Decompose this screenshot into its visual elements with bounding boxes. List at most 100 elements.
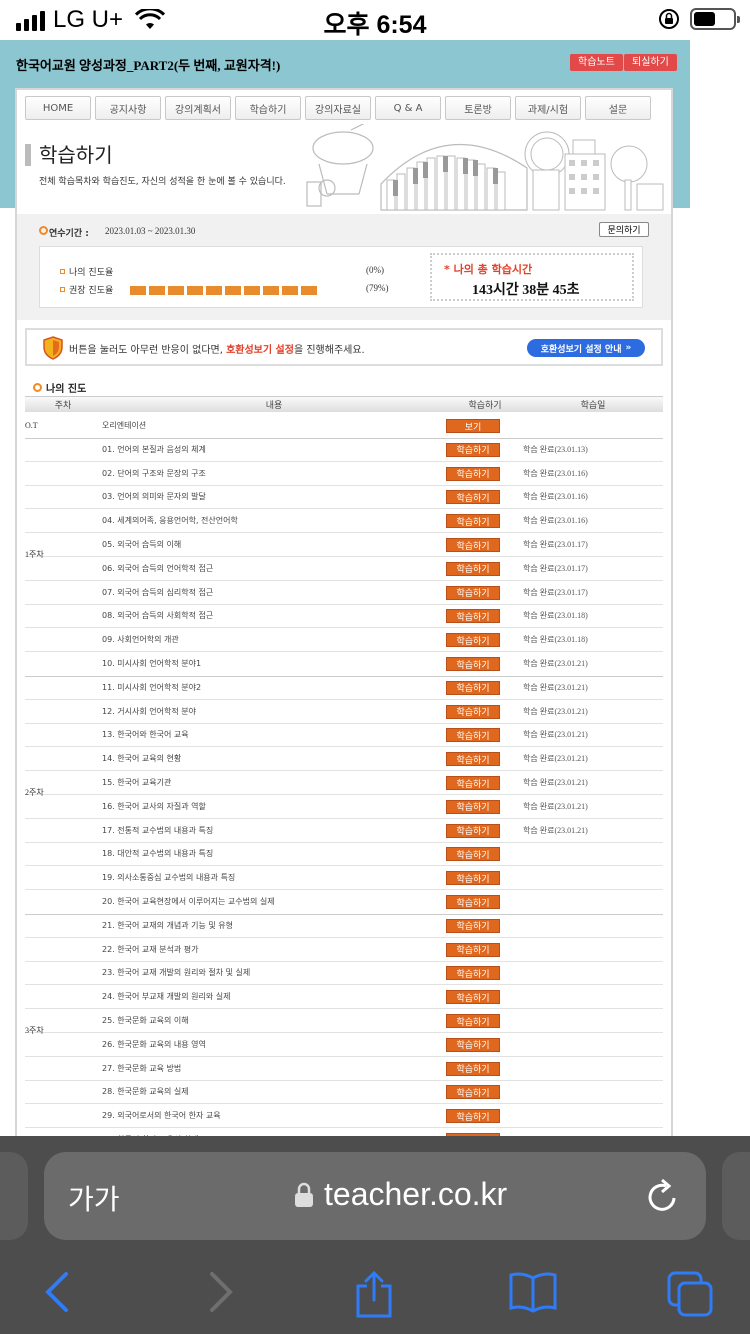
lesson-title: 15. 한국어 교육기관 [102, 778, 172, 787]
study-button[interactable]: 학습하기 [446, 728, 500, 743]
study-button[interactable]: 학습하기 [446, 538, 500, 552]
nav-qna[interactable]: Q & A [375, 96, 441, 120]
status-bar: LG U+ 오후 6:54 [0, 0, 750, 40]
completion-date: 학습 완료(23.01.16) [523, 492, 588, 502]
study-button[interactable]: 학습하기 [446, 799, 500, 814]
study-button[interactable]: 학습하기 [446, 942, 500, 957]
exit-button[interactable]: 퇴실하기 [624, 54, 677, 71]
compatibility-guide-button[interactable]: 호환성보기 설정 안내 » [527, 339, 645, 357]
study-note-button[interactable]: 학습노트 [570, 54, 623, 71]
completion-date: 학습 완료(23.01.17) [523, 563, 588, 573]
total-study-time-box: * 나의 총 학습시간 143시간 38분 45초 [430, 253, 634, 301]
study-button[interactable]: 학습하기 [446, 466, 500, 481]
view-button[interactable]: 보기 [446, 419, 500, 433]
progress-info-panel: 연수기간 : 2023.01.03 ~ 2023.01.30 문의하기 나의 진… [17, 214, 671, 320]
my-progress-heading: 나의 진도 [33, 380, 86, 395]
lesson-title: 오리엔테이션 [102, 421, 147, 430]
study-button[interactable]: 학습하기 [446, 990, 500, 1005]
study-button[interactable]: 학습하기 [446, 490, 500, 505]
study-button[interactable]: 학습하기 [446, 776, 500, 790]
nav-discussion[interactable]: 토론방 [445, 96, 511, 120]
study-button[interactable]: 학습하기 [446, 609, 500, 624]
table-row: 18. 대안적 교수법의 내용과 특징 학습하기 [25, 842, 663, 867]
table-row: 27. 한국문화 교육 방법 학습하기 [25, 1057, 663, 1081]
study-button[interactable]: 학습하기 [446, 680, 500, 695]
study-button[interactable]: 학습하기 [446, 1061, 500, 1076]
progress-block [206, 286, 222, 295]
square-bullet-icon [60, 269, 65, 274]
study-button[interactable]: 학습하기 [446, 633, 500, 648]
nav-materials[interactable]: 강의자료실 [305, 96, 371, 120]
table-row: 06. 외국어 습득의 언어학적 접근 학습하기 학습 완료(23.01.17) [25, 557, 663, 581]
top-nav: HOME 공지사항 강의계획서 학습하기 강의자료실 Q & A 토론방 과제/… [25, 96, 651, 120]
completion-date: 학습 완료(23.01.21) [523, 825, 588, 835]
study-button[interactable]: 학습하기 [446, 895, 500, 909]
forward-icon[interactable] [206, 1270, 236, 1314]
lesson-title: 13. 한국어와 한국어 교육 [102, 730, 189, 740]
web-page: 한국어교원 양성과정_PART2(두 번째, 교원자격!) 학습노트 퇴실하기 … [0, 40, 690, 1140]
study-button[interactable]: 학습하기 [446, 1085, 500, 1100]
completion-date: 학습 완료(23.01.21) [523, 801, 588, 811]
lesson-title: 26. 한국문화 교육의 내용 영역 [102, 1039, 206, 1049]
lesson-title: 16. 한국어 교사의 자질과 역할 [102, 801, 206, 811]
study-button[interactable]: 학습하기 [446, 704, 500, 719]
nav-survey[interactable]: 설문 [585, 96, 651, 120]
table-row: 24. 한국어 부교재 개발의 원리와 실제 학습하기 [25, 985, 663, 1010]
column-content: 내용 [265, 401, 283, 411]
study-button[interactable]: 학습하기 [446, 823, 500, 838]
battery-icon [690, 8, 740, 30]
lesson-title: 09. 사회언어학의 개관 [102, 635, 179, 645]
table-row: 07. 외국어 습득의 심리학적 접근 학습하기 학습 완료(23.01.17) [25, 581, 663, 605]
lesson-title: 21. 한국어 교재의 개념과 기능 및 유형 [102, 920, 234, 930]
tabs-icon[interactable] [666, 1270, 714, 1318]
completion-date: 학습 완료(23.01.13) [523, 444, 588, 454]
completion-date: 학습 완료(23.01.16) [523, 468, 588, 478]
lesson-title: 28. 한국문화 교육의 실제 [102, 1087, 189, 1097]
study-button[interactable]: 학습하기 [446, 847, 500, 862]
study-button[interactable]: 학습하기 [446, 1109, 500, 1124]
study-button[interactable]: 학습하기 [446, 561, 500, 576]
study-button[interactable]: 학습하기 [446, 1037, 500, 1052]
lesson-table: 주차 내용 학습하기 학습일 오리엔테이션 보기 01. 언어의 본질과 음성의 체… [25, 396, 663, 1140]
back-icon[interactable] [42, 1270, 72, 1314]
inquiry-button[interactable]: 문의하기 [599, 222, 649, 237]
study-button[interactable]: 학습하기 [446, 1014, 500, 1028]
previous-tab[interactable] [0, 1152, 28, 1240]
bookmarks-icon[interactable] [508, 1270, 558, 1314]
table-row: 12. 거시사회 언어학적 분야 학습하기 학습 완료(23.01.21) [25, 700, 663, 724]
nav-home[interactable]: HOME [25, 96, 91, 120]
table-row: 09. 사회언어학의 개관 학습하기 학습 완료(23.01.18) [25, 628, 663, 653]
study-button[interactable]: 학습하기 [446, 442, 500, 457]
share-icon[interactable] [354, 1270, 394, 1318]
address-bar[interactable]: 가가 teacher.co.kr [44, 1152, 706, 1240]
study-button[interactable]: 학습하기 [446, 966, 500, 981]
content-frame: HOME 공지사항 강의계획서 학습하기 강의자료실 Q & A 토론방 과제/… [15, 88, 673, 1140]
reload-icon[interactable] [646, 1178, 680, 1214]
page-settings-button[interactable]: 가가 [68, 1178, 120, 1218]
lesson-title: 29. 외국어로서의 한국어 한자 교육 [102, 1111, 221, 1121]
lesson-title: 10. 미시사회 언어학적 분야1 [102, 659, 202, 668]
table-row: 28. 한국문화 교육의 실제 학습하기 [25, 1080, 663, 1105]
lesson-title: 08. 외국어 습득의 사회학적 접근 [102, 611, 214, 621]
compatibility-notice: 버튼을 눌러도 아무런 반응이 없다면, 호환성보기 설정을 진행해주세요. 호… [25, 328, 663, 366]
progress-block [263, 286, 279, 295]
period-value: 2023.01.03 ~ 2023.01.30 [105, 226, 196, 236]
nav-study[interactable]: 학습하기 [235, 96, 301, 120]
safari-toolbar: 가가 teacher.co.kr [0, 1136, 750, 1334]
table-row: 04. 세계의어족, 응용언어학, 전산언어학 학습하기 학습 완료(23.01.1… [25, 509, 663, 534]
nav-syllabus[interactable]: 강의계획서 [165, 96, 231, 120]
study-button[interactable]: 학습하기 [446, 585, 500, 600]
nav-assignments[interactable]: 과제/시험 [515, 96, 581, 120]
progress-box: 나의 진도율 (0%) 권장 진도율 (79%) * 나의 총 학습시간 143… [39, 246, 643, 308]
study-button[interactable]: 학습하기 [446, 752, 500, 767]
lock-icon [295, 1182, 313, 1207]
study-button[interactable]: 학습하기 [446, 514, 500, 529]
study-button[interactable]: 학습하기 [446, 918, 500, 933]
lesson-title: 22. 한국어 교재 분석과 평가 [102, 944, 199, 954]
nav-notice[interactable]: 공지사항 [95, 96, 161, 120]
week-label: 2주차 [25, 787, 44, 797]
next-tab[interactable] [722, 1152, 750, 1240]
column-study-date: 학습일 [580, 401, 606, 411]
study-button[interactable]: 학습하기 [446, 871, 500, 886]
study-button[interactable]: 학습하기 [446, 657, 500, 671]
